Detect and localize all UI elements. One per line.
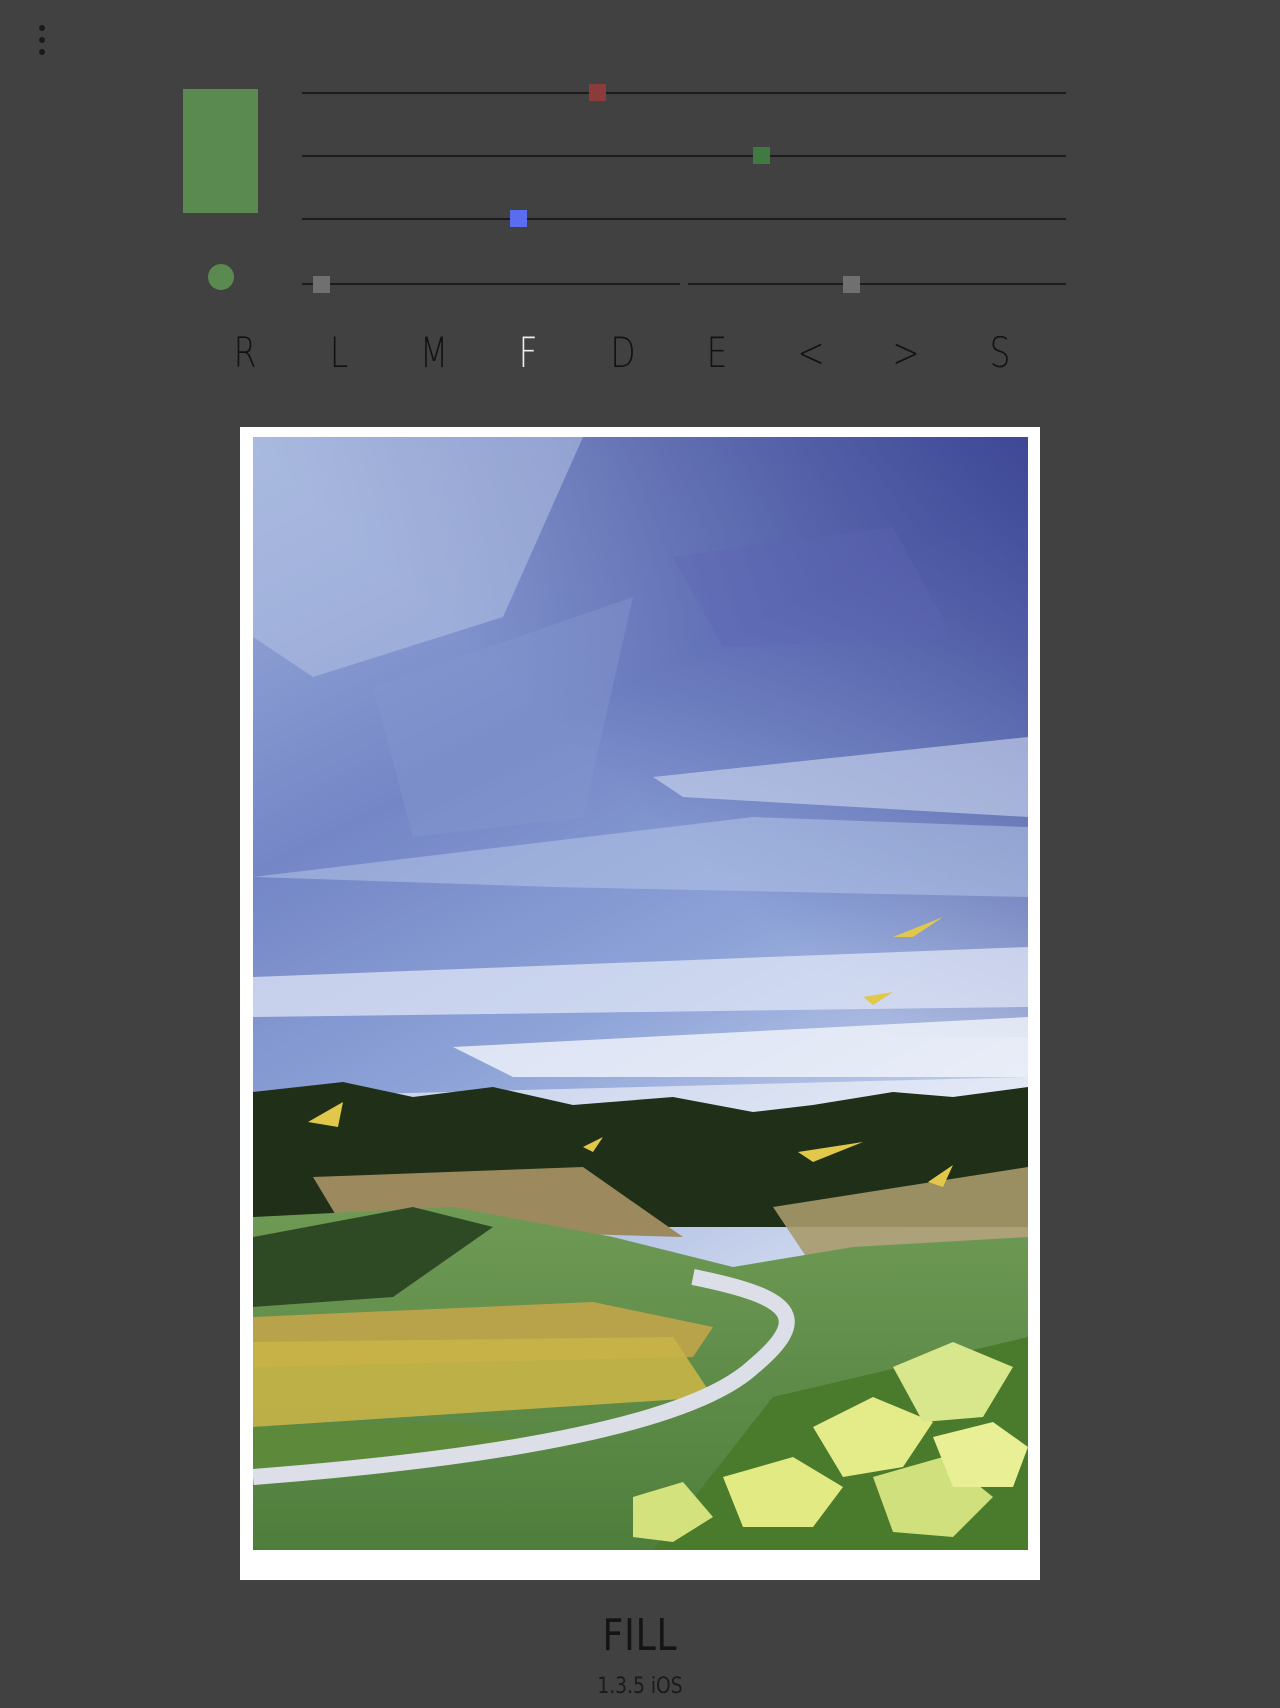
red-slider-track[interactable] <box>302 92 1066 94</box>
brush-size-slider-knob[interactable] <box>312 276 330 293</box>
opacity-slider-track[interactable] <box>688 283 1066 285</box>
tool-f-button[interactable]: F <box>505 323 552 383</box>
tool-bar: R L M F D E < > S <box>215 323 1065 383</box>
tool-m-button[interactable]: M <box>411 323 458 383</box>
tool-d-button[interactable]: D <box>600 323 647 383</box>
brush-size-slider-track[interactable] <box>302 283 680 285</box>
app-version: 1.3.5 iOS <box>597 1674 683 1699</box>
green-slider-track[interactable] <box>302 155 1066 157</box>
canvas-frame <box>240 427 1040 1580</box>
red-slider-knob[interactable] <box>588 84 606 101</box>
landscape-painting <box>253 437 1028 1550</box>
drawing-canvas[interactable] <box>253 437 1028 1550</box>
more-menu-icon[interactable] <box>34 22 50 62</box>
app-title: FILL <box>602 1610 678 1661</box>
brush-preview-dot <box>208 264 234 290</box>
tool-l-button[interactable]: L <box>316 323 363 383</box>
redo-button[interactable]: > <box>883 323 930 383</box>
undo-button[interactable]: < <box>788 323 835 383</box>
blue-slider-knob[interactable] <box>510 210 528 227</box>
tool-e-button[interactable]: E <box>694 323 741 383</box>
blue-slider-track[interactable] <box>302 218 1066 220</box>
opacity-slider-knob[interactable] <box>842 276 860 293</box>
tool-r-button[interactable]: R <box>222 323 269 383</box>
color-preview-swatch <box>183 89 258 213</box>
green-slider-knob[interactable] <box>753 147 771 164</box>
tool-s-button[interactable]: S <box>977 323 1024 383</box>
